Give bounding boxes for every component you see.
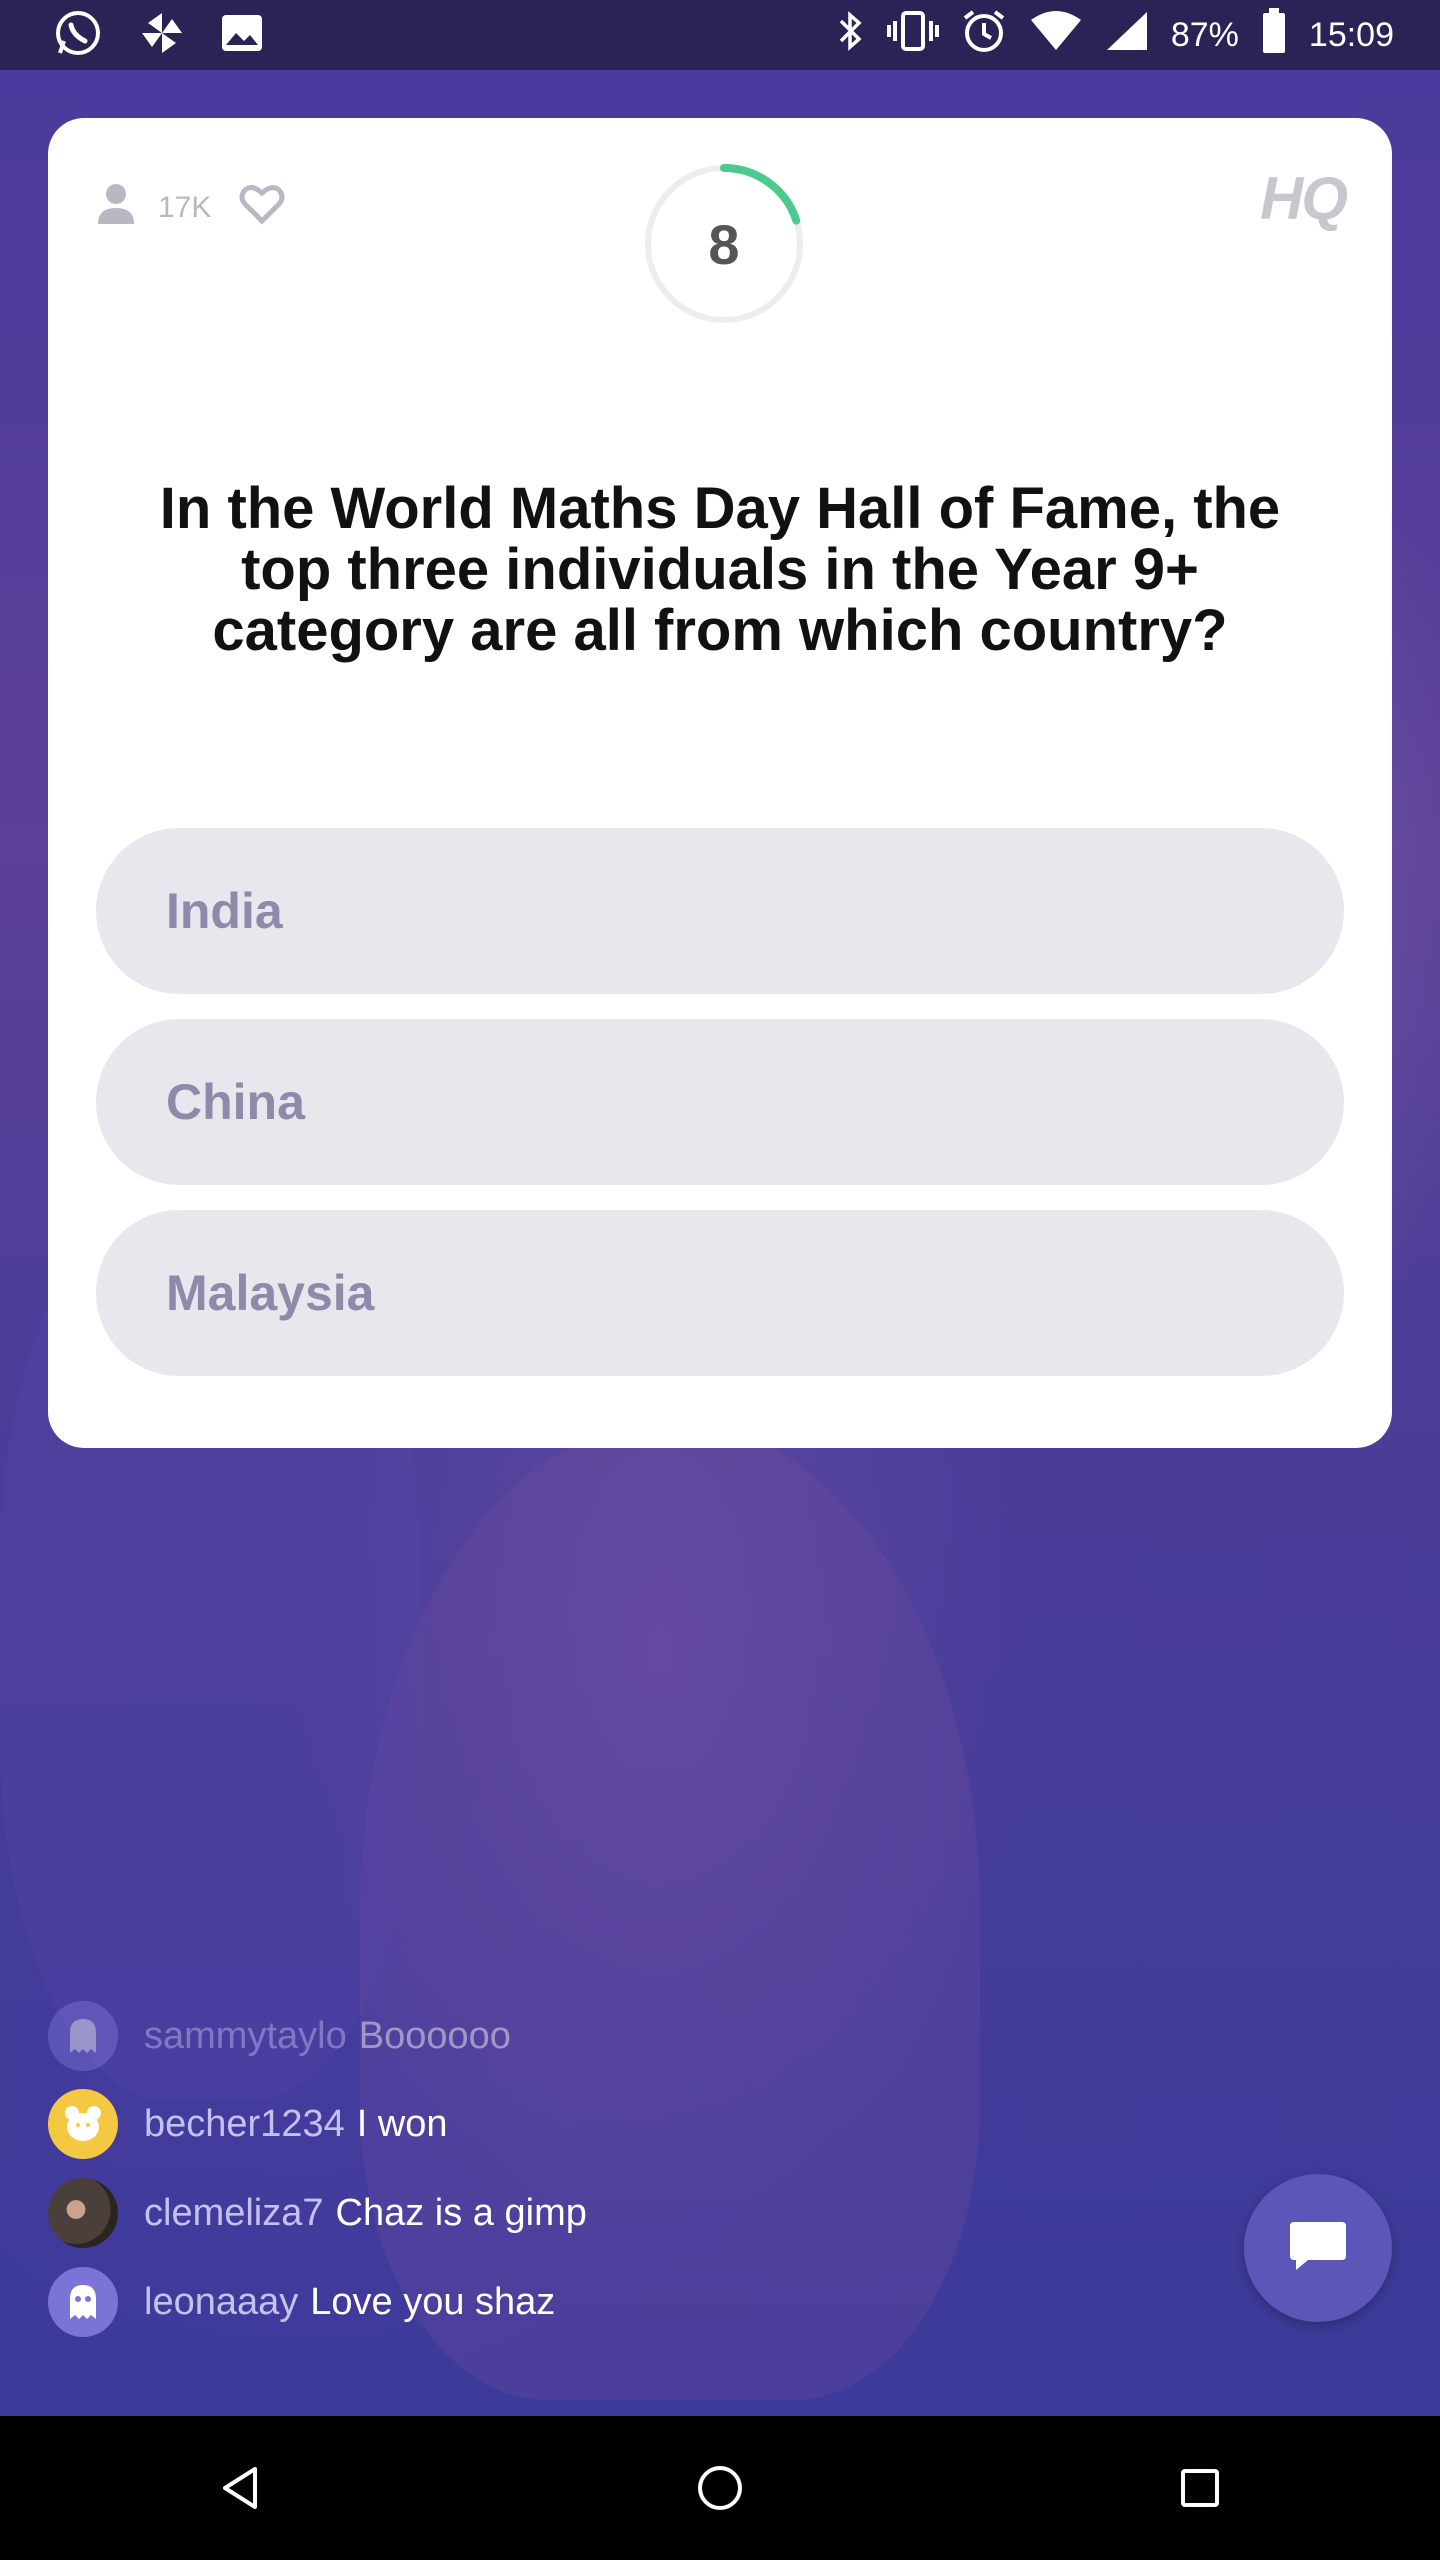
heart-icon[interactable] (239, 183, 285, 233)
chat-message: clemeliza7 Chaz is a gimp (48, 2177, 587, 2249)
status-bar: 87% 15:09 (0, 0, 1440, 70)
background-figure (360, 1420, 980, 2400)
ghost-avatar-icon (48, 2001, 118, 2071)
hq-logo: HQ (1260, 165, 1348, 232)
back-triangle-icon (223, 2467, 257, 2509)
alarm-icon (961, 8, 1007, 63)
clock: 15:09 (1308, 15, 1394, 54)
chat-username: clemeliza7 (144, 2191, 324, 2234)
photo-avatar (48, 2178, 118, 2248)
question-card: 17K 8 HQ In the World Maths Day Hall of … (48, 118, 1392, 1448)
answer-option-1[interactable]: India (96, 828, 1344, 994)
question-text: In the World Maths Day Hall of Fame, the… (159, 476, 1281, 663)
chat-text: Love you shaz (310, 2280, 556, 2323)
chat-bubble-icon (1288, 2218, 1348, 2279)
viewer-count: 17K (96, 182, 285, 234)
recents-button[interactable] (1130, 2438, 1270, 2538)
whatsapp-icon (52, 7, 104, 64)
pinwheel-icon (138, 9, 186, 62)
signal-icon (1105, 10, 1149, 61)
chat-text: Chaz is a gimp (335, 2191, 587, 2234)
ghost-avatar-icon (48, 2267, 118, 2337)
home-circle-icon (698, 2466, 742, 2510)
bluetooth-icon (835, 9, 865, 62)
gallery-icon (220, 13, 264, 58)
home-button[interactable] (650, 2438, 790, 2538)
back-button[interactable] (170, 2438, 310, 2538)
navigation-bar (0, 2416, 1440, 2560)
chat-username: sammytaylo (144, 2014, 347, 2057)
chat-username: leonaaay (144, 2280, 299, 2323)
bear-avatar-icon (48, 2089, 118, 2159)
chat-text: Boooooo (358, 2014, 511, 2057)
viewer-count-label: 17K (158, 191, 212, 224)
battery-percent: 87% (1170, 15, 1239, 54)
chat-message: leonaaay Love you shaz (48, 2266, 555, 2338)
chat-button[interactable] (1244, 2174, 1392, 2322)
chat-username: becher1234 (144, 2102, 345, 2145)
countdown-timer: 8 (642, 162, 806, 326)
answer-option-3[interactable]: Malaysia (96, 1210, 1344, 1376)
vibrate-icon (886, 9, 939, 62)
recents-square-icon (1181, 2469, 1219, 2507)
chat-message: sammytaylo Boooooo (48, 2000, 511, 2072)
chat-text: I won (356, 2102, 448, 2145)
battery-icon (1261, 7, 1287, 63)
chat-message: becher1234 I won (48, 2088, 448, 2160)
answer-option-2[interactable]: China (96, 1019, 1344, 1185)
timer-number: 8 (708, 212, 740, 276)
person-icon (96, 182, 136, 234)
wifi-icon (1029, 10, 1083, 61)
